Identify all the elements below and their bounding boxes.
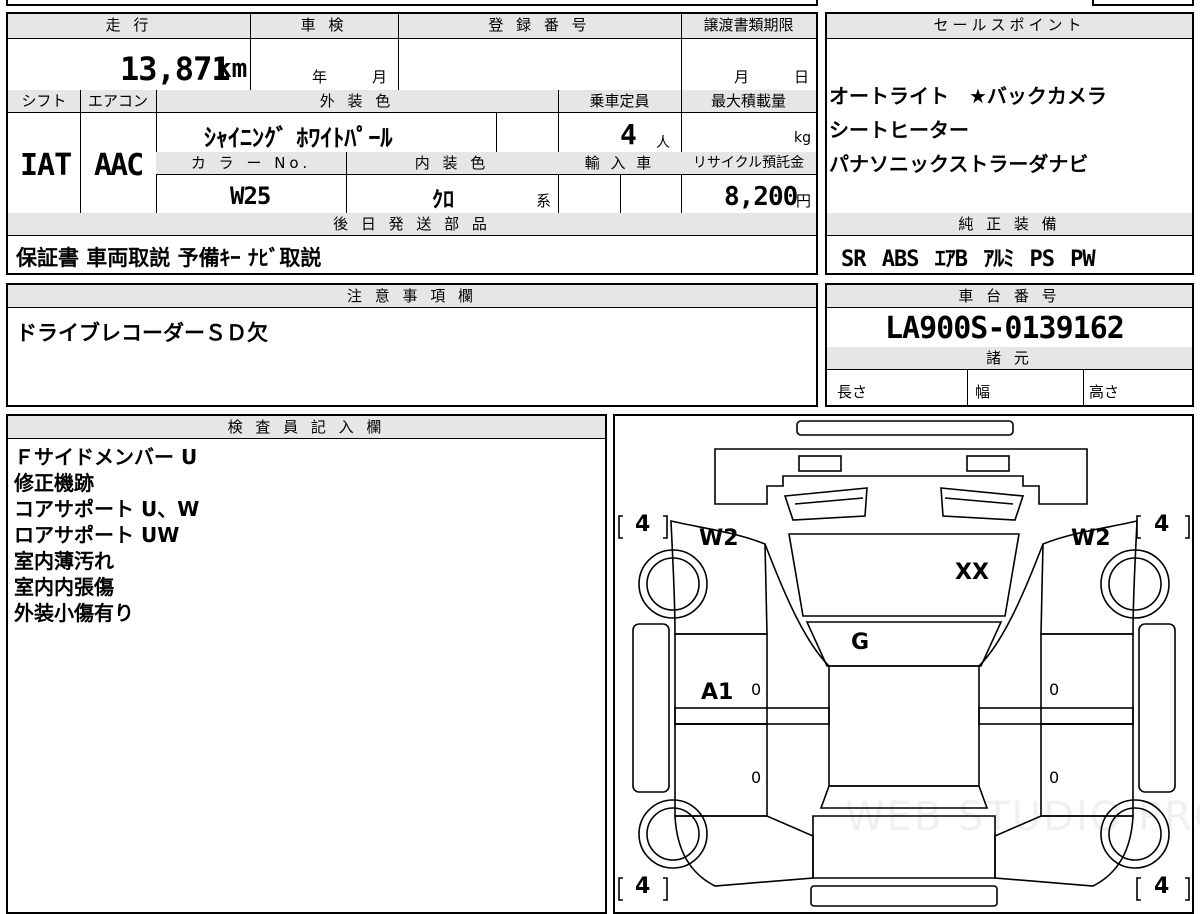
interior-color-unit: 系 bbox=[536, 192, 552, 210]
registration-header: 登 録 番 号 bbox=[398, 14, 681, 38]
interior-color-header: 内 装 色 bbox=[346, 152, 558, 174]
fog-lamp-left bbox=[798, 455, 842, 472]
shaken-header: 車 検 bbox=[250, 14, 398, 38]
mileage-unit: km bbox=[216, 54, 248, 84]
sales-point-3: パナソニックストラーダナビ bbox=[829, 152, 1089, 176]
mileage-value: 13,871 bbox=[120, 50, 231, 88]
rear-quarter-left bbox=[674, 815, 814, 887]
spec-length: 長さ bbox=[837, 383, 868, 401]
front-bumper bbox=[714, 448, 1088, 505]
inspector-line-6: 室内内張傷 bbox=[14, 575, 114, 599]
recycle-unit: 円 bbox=[796, 192, 812, 210]
chassis-header: 車 台 番 号 bbox=[827, 285, 1192, 307]
sales-point-1: オートライト ★バックカメラ bbox=[829, 84, 1107, 108]
car-diagram-box: 4 4 4 4 W2 W2 XX G A1 0 0 0 0 WEB STUDIO… bbox=[613, 414, 1200, 914]
zero-mark-rear-left: 0 bbox=[751, 768, 762, 787]
recycle-header: リサイクル預託金 bbox=[681, 152, 816, 174]
later-parts-value: 保証書 車両取説 予備ｷｰ ﾅﾋﾞ取説 bbox=[16, 246, 322, 270]
exterior-color-header: 外 装 色 bbox=[156, 90, 558, 112]
aircon-value: AAC bbox=[94, 148, 144, 183]
equipment-value: SR ABS ｴｱB ｱﾙﾐ PS PW bbox=[841, 247, 1096, 272]
spec-height: 高さ bbox=[1089, 383, 1120, 401]
vehicle-info-table: 走 行 車 検 登 録 番 号 譲渡書類期限 13,871 km 年 月 月 日… bbox=[6, 12, 818, 275]
tire-rear-left bbox=[638, 799, 708, 869]
notes-header: 注 意 事 項 欄 bbox=[8, 285, 816, 307]
sill-left bbox=[632, 623, 670, 793]
notes-value: ドライブレコーダーＳＤ欠 bbox=[16, 321, 268, 345]
zero-mark-front-right: 0 bbox=[1049, 680, 1060, 699]
chassis-box: 車 台 番 号 LA900S-0139162 諸 元 長さ 幅 高さ bbox=[825, 283, 1194, 407]
shift-value: IAT bbox=[20, 148, 72, 183]
shaken-month: 月 bbox=[372, 68, 388, 86]
chassis-number: LA900S-0139162 bbox=[885, 311, 1125, 346]
inspector-header: 検 査 員 記 入 欄 bbox=[8, 416, 605, 438]
spec-width: 幅 bbox=[975, 383, 991, 401]
inspector-line-4: ロアサポート UW bbox=[14, 523, 180, 547]
tire-count-front-left: 4 bbox=[635, 512, 651, 537]
aircon-header: エアコン bbox=[80, 90, 156, 112]
fog-lamp-right bbox=[966, 455, 1010, 472]
spec-header: 諸 元 bbox=[827, 347, 1192, 369]
tire-count-front-right: 4 bbox=[1154, 512, 1170, 537]
inspector-line-3: コアサポート U、W bbox=[14, 497, 200, 521]
damage-mark-w2-left: W2 bbox=[699, 526, 739, 551]
damage-mark-w2-right: W2 bbox=[1071, 526, 1111, 551]
mileage-header: 走 行 bbox=[8, 14, 250, 38]
front-door-left-inner bbox=[674, 707, 830, 725]
sales-points-box: セールスポイント オートライト ★バックカメラ シートヒーター パナソニックスト… bbox=[825, 12, 1194, 275]
inspector-line-2: 修正機跡 bbox=[14, 471, 94, 495]
watermark: WEB STUDIO PRO bbox=[845, 794, 1200, 840]
shaken-year: 年 bbox=[312, 68, 328, 86]
front-bumper-bar bbox=[796, 420, 1014, 436]
sill-right bbox=[1138, 623, 1176, 793]
later-parts-header: 後 日 発 送 部 品 bbox=[8, 213, 816, 235]
max-load-header: 最大積載量 bbox=[681, 90, 816, 112]
zero-mark-front-left: 0 bbox=[751, 680, 762, 699]
inspector-line-7: 外装小傷有り bbox=[14, 601, 134, 625]
top-strip bbox=[6, 0, 818, 6]
sales-point-2: シートヒーター bbox=[829, 118, 969, 142]
capacity-unit: 人 bbox=[656, 135, 670, 151]
capacity-header: 乗車定員 bbox=[558, 90, 681, 112]
color-no-header: カ ラ ー No. bbox=[156, 152, 346, 174]
damage-mark-g: G bbox=[851, 630, 870, 655]
damage-mark-a1: A1 bbox=[701, 680, 734, 705]
transfer-deadline-header: 譲渡書類期限 bbox=[681, 14, 816, 38]
tire-count-rear-right: 4 bbox=[1154, 874, 1170, 899]
interior-color-value: ｸﾛ bbox=[432, 188, 455, 213]
roof bbox=[828, 665, 980, 787]
exterior-color-value: ｼｬｲﾆﾝｸﾞ ﾎﾜｲﾄﾊﾟｰﾙ bbox=[204, 124, 393, 152]
notes-box: 注 意 事 項 欄 ドライブレコーダーＳＤ欠 bbox=[6, 283, 818, 407]
inspector-line-1: Ｆサイドメンバー U bbox=[14, 445, 198, 469]
transfer-day: 日 bbox=[794, 68, 810, 86]
front-door-right bbox=[1040, 633, 1134, 725]
recycle-value: 8,200 bbox=[724, 182, 798, 212]
rear-bumper bbox=[810, 885, 998, 907]
transfer-month: 月 bbox=[734, 68, 750, 86]
shift-header: シフト bbox=[8, 90, 80, 112]
windshield bbox=[805, 621, 1003, 667]
front-door-right-inner bbox=[978, 707, 1134, 725]
inspector-box: 検 査 員 記 入 欄 Ｆサイドメンバー U 修正機跡 コアサポート U、W ロ… bbox=[6, 414, 607, 914]
inspector-line-5: 室内薄汚れ bbox=[14, 549, 114, 573]
front-door-left bbox=[674, 633, 768, 725]
zero-mark-rear-right: 0 bbox=[1049, 768, 1060, 787]
top-strip-right bbox=[1092, 0, 1194, 6]
load-unit: kg bbox=[794, 130, 811, 146]
equipment-header: 純 正 装 備 bbox=[827, 213, 1192, 235]
capacity-value: 4 bbox=[620, 118, 637, 151]
damage-mark-xx: XX bbox=[955, 560, 989, 585]
tire-count-rear-left: 4 bbox=[635, 874, 651, 899]
color-no-value: W25 bbox=[230, 182, 271, 210]
import-header: 輸 入 車 bbox=[558, 152, 681, 174]
sales-points-header: セールスポイント bbox=[827, 14, 1192, 38]
